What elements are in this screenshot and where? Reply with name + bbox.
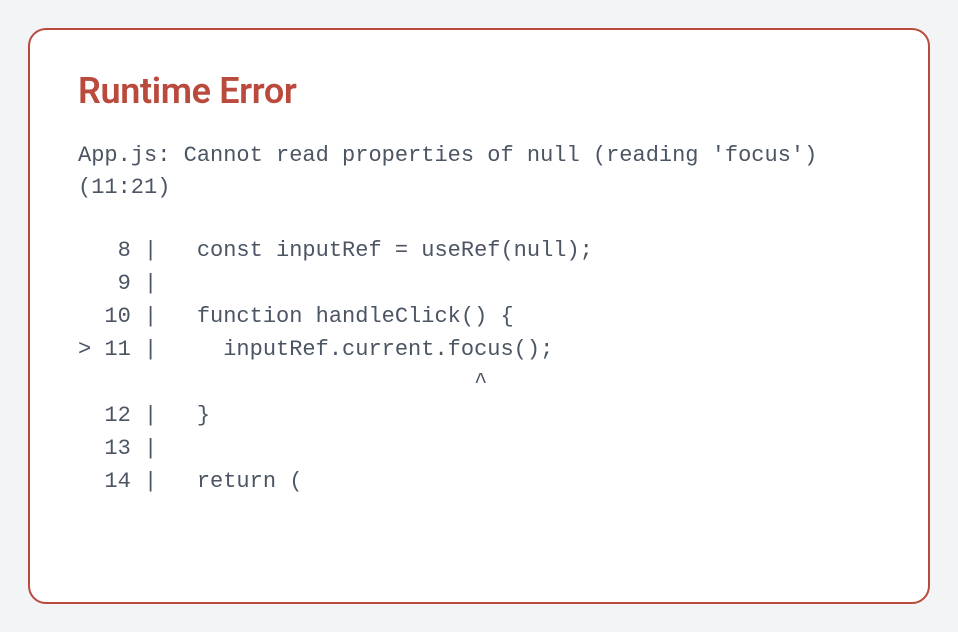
- error-message: App.js: Cannot read properties of null (…: [78, 140, 880, 204]
- error-code-frame: 8 | const inputRef = useRef(null); 9 | 1…: [78, 234, 880, 498]
- error-title: Runtime Error: [78, 70, 880, 112]
- runtime-error-panel: Runtime Error App.js: Cannot read proper…: [28, 28, 930, 604]
